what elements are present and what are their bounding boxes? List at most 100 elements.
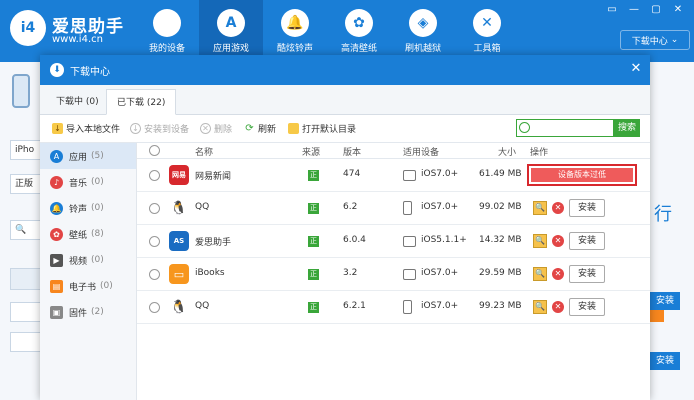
nav-flash-jailbreak[interactable]: ◈ 刷机越狱 [391,0,455,62]
dialog-title: 下载中心 [70,66,110,78]
app-size: 99.23 MB [479,301,522,311]
table-row[interactable]: ▭ iBooks 正 3.2 iOS7.0+ 29.59 MB 🔍 ✕ 安装 [137,258,650,291]
select-all-radio[interactable] [149,145,160,156]
tab-downloading[interactable]: 下载中 (0) [46,89,109,115]
maximize-icon[interactable]: ▢ [646,3,666,17]
install-button[interactable]: 安装 [569,199,605,217]
background-install-button: 安装 [650,352,680,370]
bell-icon: 🔔 [50,201,63,215]
sidebar-item-count: (5) [91,151,104,161]
table-row[interactable]: AS 爱思助手 正 6.0.4 iOS5.1.1+ 14.32 MB 🔍 ✕ 安… [137,225,650,258]
app-device: iOS7.0+ [421,301,459,311]
ibooks-icon: ▭ [169,264,189,284]
sidebar-item-label: 固件 [69,308,88,319]
app-name: 网易新闻 [195,172,232,182]
search-button[interactable]: 搜索 [614,119,640,137]
import-local-file-button[interactable]: ↓ 导入本地文件 [52,122,120,135]
sidebar-item-label: 壁纸 [69,230,88,241]
sidebar-item-videos[interactable]: ▶ 视频 (0) [40,247,136,273]
install-button[interactable]: 安装 [569,232,605,250]
app-size: 99.02 MB [479,202,522,212]
app-version: 6.0.4 [343,235,366,245]
locate-file-icon[interactable]: 🔍 [533,300,547,314]
nav-apps-games[interactable]: A 应用游戏 [199,0,263,62]
ipad-icon [403,170,416,181]
sidebar-item-count: (0) [91,255,104,265]
row-radio[interactable] [149,170,160,181]
folder-import-icon: ↓ [52,123,63,134]
nav-label: 应用游戏 [212,44,249,54]
app-version: 3.2 [343,268,358,278]
locate-file-icon[interactable]: 🔍 [533,234,547,248]
nav-label: 酷炫铃声 [276,44,313,54]
nav-label: 我的设备 [148,44,185,54]
logo-icon: i4 [10,10,46,46]
nav-my-device[interactable]: 我的设备 [135,0,199,62]
table-row[interactable]: 网易 网易新闻 正 474 iOS7.0+ 61.49 MB 设备版本过低 [137,159,650,192]
open-default-dir-button[interactable]: 打开默认目录 [288,122,356,135]
sidebar-item-wallpapers[interactable]: ✿ 壁纸 (8) [40,221,136,247]
download-center-label: 下载中心 [631,36,668,47]
firmware-icon: ▣ [50,305,63,319]
video-icon: ▶ [50,253,63,267]
nav-wallpapers[interactable]: ✿ 高清壁纸 [327,0,391,62]
device-version-too-low-button[interactable]: 设备版本过低 [527,164,637,186]
sidebar-item-ebooks[interactable]: ▤ 电子书 (0) [40,273,136,299]
qq-icon: 🐧 [169,297,189,317]
install-to-device-button[interactable]: ↓ 安装到设备 [130,122,189,135]
nav-toolbox[interactable]: ✕ 工具箱 [455,0,519,62]
sidebar-item-music[interactable]: ♪ 音乐 (0) [40,169,136,195]
install-button[interactable]: 安装 [569,265,605,283]
app-device: iOS7.0+ [421,268,459,278]
delete-icon[interactable]: ✕ [552,202,564,214]
app-store-icon: A [217,9,245,37]
warning-label: 设备版本过低 [531,168,633,182]
search-icon [519,122,530,133]
sidebar-item-firmware[interactable]: ▣ 固件 (2) [40,299,136,325]
sidebar-item-apps[interactable]: A 应用 (5) [40,143,136,169]
column-version: 版本 [343,148,362,158]
search-input[interactable] [516,119,614,137]
delete-label: 删除 [214,125,233,135]
minimize-icon[interactable]: — [624,3,644,17]
app-device: iOS7.0+ [421,202,459,212]
official-source-badge: 正 [308,236,319,247]
ipad-icon [403,269,416,280]
app-name: QQ [195,301,210,311]
row-radio[interactable] [149,269,160,280]
install-icon: ↓ [130,123,141,134]
download-center-button[interactable]: 下载中心 ⌄ [620,30,690,50]
category-sidebar: A 应用 (5) ♪ 音乐 (0) 🔔 铃声 (0) ✿ 壁纸 (8) ▶ 视频… [40,143,137,400]
locate-file-icon[interactable]: 🔍 [533,201,547,215]
install-button[interactable]: 安装 [569,298,605,316]
locate-file-icon[interactable]: 🔍 [533,267,547,281]
skin-icon[interactable]: ▭ [602,3,622,17]
open-dir-label: 打开默认目录 [302,125,357,135]
delete-icon[interactable]: ✕ [552,235,564,247]
qq-icon: 🐧 [169,198,189,218]
column-device: 适用设备 [403,148,440,158]
table-row[interactable]: 🐧 QQ 正 6.2.1 iOS7.0+ 99.23 MB 🔍 ✕ 安装 [137,291,650,324]
refresh-button[interactable]: ⟳ 刷新 [244,122,276,135]
app-url: www.i4.cn [52,34,103,45]
sidebar-item-ringtones[interactable]: 🔔 铃声 (0) [40,195,136,221]
app-name: iBooks [195,268,225,278]
tab-downloaded[interactable]: 已下载 (22) [106,89,177,115]
book-icon: ▤ [50,279,63,293]
row-radio[interactable] [149,302,160,313]
nav-ringtones[interactable]: 🔔 酷炫铃声 [263,0,327,62]
dialog-titlebar: ⬇ 下载中心 ✕ [40,55,650,85]
row-radio[interactable] [149,203,160,214]
delete-icon[interactable]: ✕ [552,301,564,313]
iphone-icon [403,201,412,215]
delete-button[interactable]: ✕ 删除 [200,122,232,135]
official-source-badge: 正 [308,203,319,214]
table-row[interactable]: 🐧 QQ 正 6.2 iOS7.0+ 99.02 MB 🔍 ✕ 安装 [137,192,650,225]
row-radio[interactable] [149,236,160,247]
close-icon[interactable]: ✕ [626,59,646,79]
sidebar-item-label: 铃声 [69,204,88,215]
delete-icon[interactable]: ✕ [552,268,564,280]
app-icon: A [50,149,63,163]
sidebar-item-label: 音乐 [69,178,88,189]
close-icon[interactable]: ✕ [668,3,688,17]
